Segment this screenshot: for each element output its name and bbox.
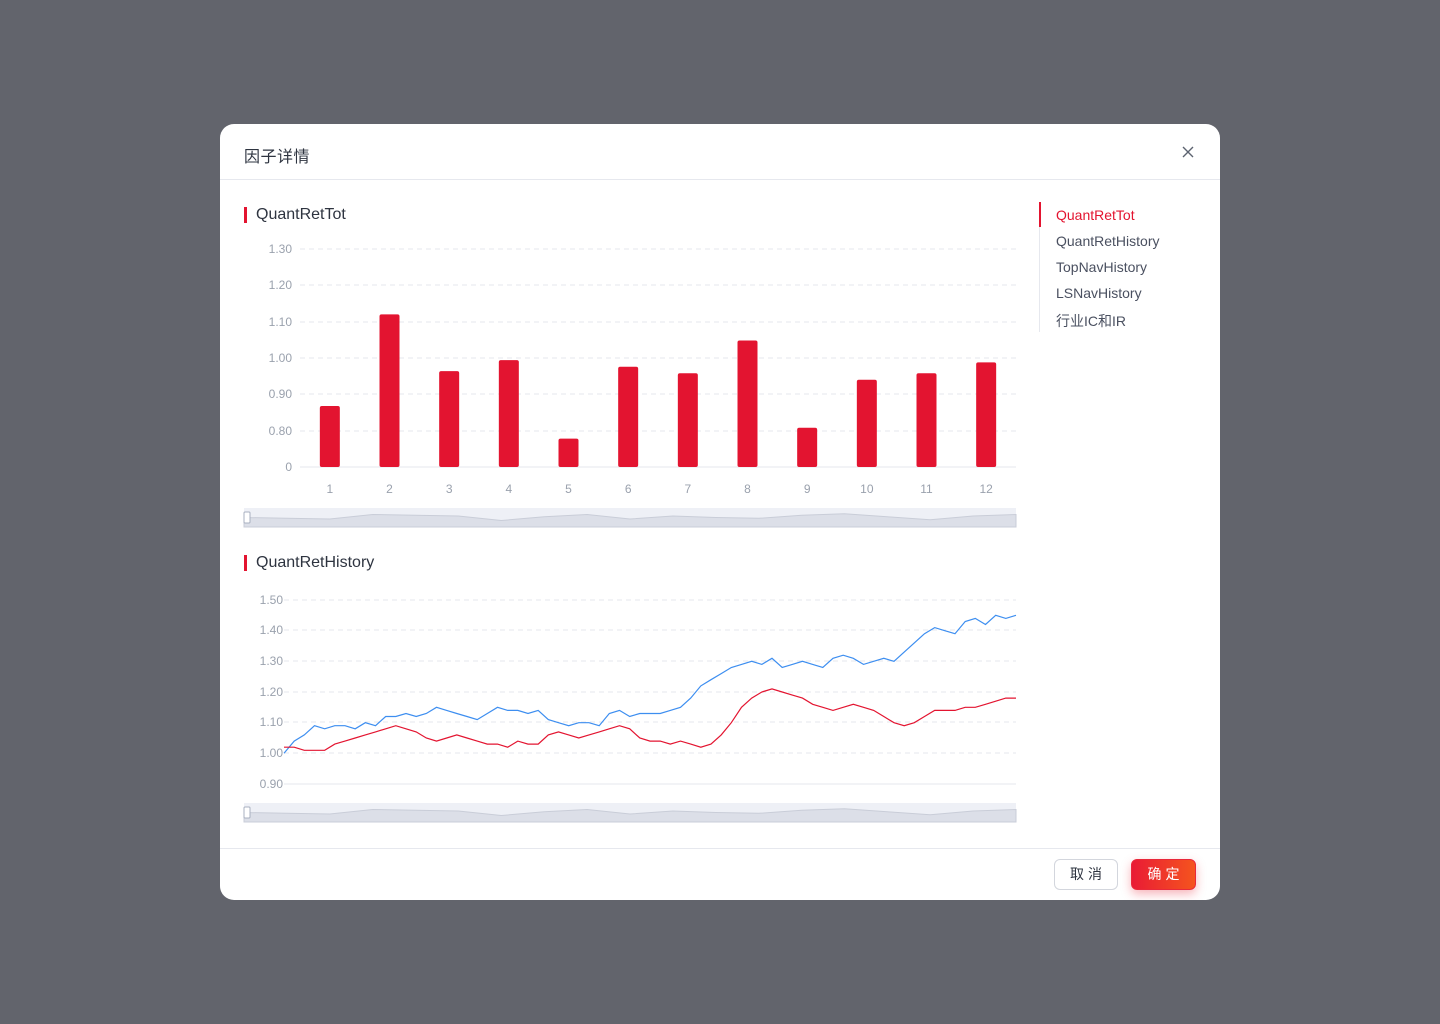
data-zoom-slider — [243, 508, 1017, 528]
data-zoom-handle — [243, 511, 251, 524]
modal-title: 因子详情 — [244, 149, 311, 166]
y-tick-label: 0.80 — [269, 424, 293, 438]
x-tick-label: 11 — [920, 482, 933, 496]
x-tick-label: 6 — [625, 482, 632, 496]
x-tick-label: 1 — [326, 482, 333, 496]
bar — [319, 405, 340, 467]
bar — [916, 373, 937, 467]
anchor-item-lsnavhistory[interactable]: LSNavHistory — [1056, 285, 1142, 301]
x-tick-label: 7 — [684, 482, 691, 496]
bar — [379, 314, 400, 467]
anchor-active-indicator — [1039, 202, 1041, 227]
y-tick-label: 0.90 — [269, 387, 293, 401]
section-title-quantrethistory: QuantRetHistory — [244, 555, 374, 571]
close-icon[interactable] — [1178, 142, 1198, 162]
factor-detail-modal: 因子详情 QuantRetTot 0 0.80 0.90 1.00 1.10 1.20 1.… — [220, 124, 1220, 900]
y-tick-label: 1.20 — [260, 685, 284, 699]
x-tick-label: 8 — [744, 482, 751, 496]
y-tick-label: 1.40 — [260, 623, 284, 637]
data-zoom-handle — [243, 806, 251, 819]
quantrethistory-line-chart: 0.90 1.00 1.10 1.20 1.30 1.40 1.50 — [243, 593, 1017, 823]
modal-footer: 取消 确定 — [220, 848, 1220, 900]
bar — [439, 371, 460, 467]
y-tick-label: 1.30 — [269, 242, 293, 256]
bar — [976, 362, 997, 467]
anchor-item-topnavhistory[interactable]: TopNavHistory — [1056, 259, 1147, 275]
cancel-button[interactable]: 取消 — [1054, 859, 1118, 890]
section-title-quantrettot: QuantRetTot — [244, 207, 346, 223]
anchor-item-quantrettot[interactable]: QuantRetTot — [1056, 207, 1135, 223]
y-tick-label: 1.20 — [269, 278, 293, 292]
series-line-blue — [283, 614, 1017, 754]
quantrettot-bar-chart: 00.800.901.001.101.201.301 2 3 4 5 6 7 8 9 10 11 12 — [243, 242, 1017, 528]
y-tick-label: 1.00 — [269, 351, 293, 365]
confirm-button[interactable]: 确定 — [1131, 859, 1196, 890]
x-tick-label: 5 — [565, 482, 572, 496]
modal-header: 因子详情 — [220, 124, 1220, 180]
x-tick-label: 3 — [446, 482, 453, 496]
x-tick-label: 2 — [386, 482, 393, 496]
y-tick-label: 1.10 — [260, 715, 284, 729]
y-tick-label: 1.30 — [260, 654, 284, 668]
y-tick-label: 1.00 — [260, 746, 284, 760]
data-zoom-slider — [243, 803, 1017, 823]
x-tick-label: 4 — [505, 482, 512, 496]
x-tick-label: 10 — [860, 482, 874, 496]
bar — [558, 438, 579, 467]
bar — [856, 379, 877, 467]
bar — [797, 427, 818, 467]
y-tick-label: 1.50 — [260, 593, 284, 607]
y-tick-label: 0.90 — [260, 777, 284, 791]
anchor-item-industry-ic-ir[interactable]: 行业IC和IR — [1056, 311, 1126, 331]
bar — [618, 366, 639, 467]
x-tick-label: 12 — [979, 482, 993, 496]
anchor-item-quantrethistory[interactable]: QuantRetHistory — [1056, 233, 1159, 249]
y-tick-label: 0 — [285, 460, 292, 474]
bar — [737, 340, 758, 467]
x-tick-label: 9 — [804, 482, 811, 496]
bar — [498, 360, 519, 467]
bar — [677, 373, 698, 467]
series-line-red — [284, 688, 1016, 751]
y-tick-label: 1.10 — [269, 315, 293, 329]
